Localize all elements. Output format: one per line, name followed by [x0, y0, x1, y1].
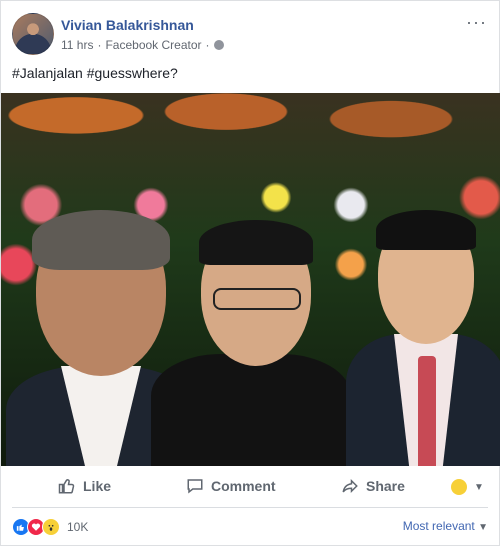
post-meta: 11 hrs · Facebook Creator · [61, 38, 224, 52]
chevron-down-icon: ▼ [478, 522, 488, 533]
post-actions: Like Comment Share ▼ [1, 467, 500, 507]
reaction-picker-button[interactable]: ▼ [451, 479, 484, 495]
like-label: Like [83, 478, 112, 494]
reaction-count: 10K [67, 520, 89, 534]
sort-label: Most relevant [402, 519, 475, 533]
post-text: #Jalanjalan #guesswhere? [12, 65, 178, 81]
meta-separator: · [205, 38, 210, 52]
author-name[interactable]: Vivian Balakrishnan [61, 17, 194, 33]
share-label: Share [366, 478, 405, 494]
comment-sort-dropdown[interactable]: Most relevant ▼ [403, 519, 488, 533]
person-middle [151, 220, 351, 466]
post-header: Vivian Balakrishnan 11 hrs · Facebook Cr… [12, 13, 489, 55]
globe-icon[interactable] [213, 40, 224, 50]
reaction-summary[interactable]: 10K [12, 518, 88, 536]
person-right [346, 210, 500, 466]
post-time[interactable]: 11 hrs [61, 38, 93, 52]
post-footer: 10K Most relevant ▼ [12, 516, 488, 538]
post-source: Facebook Creator [105, 38, 202, 52]
share-arrow-icon [342, 478, 358, 494]
post-photo[interactable] [1, 93, 500, 466]
chevron-down-icon: ▼ [474, 481, 484, 493]
meta-separator: · [97, 38, 102, 52]
comment-label: Comment [211, 478, 276, 494]
reaction-emoji-icon [451, 479, 467, 495]
comment-button[interactable]: Comment [186, 477, 276, 495]
wow-reaction-icon [42, 518, 60, 536]
speech-bubble-icon [187, 479, 203, 494]
author-avatar[interactable] [12, 13, 54, 55]
post-card: Vivian Balakrishnan 11 hrs · Facebook Cr… [0, 0, 500, 546]
divider [12, 507, 488, 508]
thumbs-up-icon [58, 479, 75, 494]
share-button[interactable]: Share [341, 477, 405, 495]
more-options-button[interactable]: ··· [466, 13, 487, 31]
like-button[interactable]: Like [58, 477, 111, 495]
